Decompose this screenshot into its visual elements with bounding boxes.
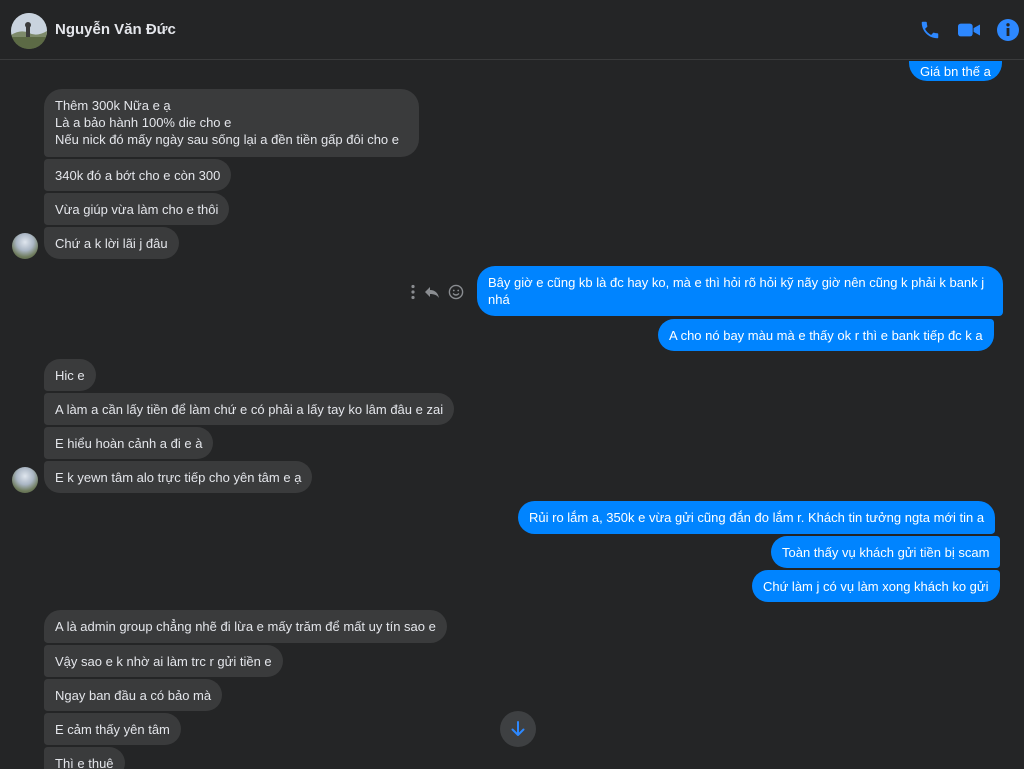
- message-text: Thì e thuê: [55, 756, 114, 769]
- message-incoming[interactable]: Vừa giúp vừa làm cho e thôi: [44, 193, 230, 225]
- message-incoming[interactable]: A làm a cần lấy tiền để làm chứ e có phả…: [44, 393, 455, 425]
- message-incoming[interactable]: 340k đó a bớt cho e còn 300: [44, 159, 232, 191]
- message-list[interactable]: Giá bn thế a Thêm 300k Nữa e ạ Là a bảo …: [0, 61, 1024, 769]
- message-text: A cho nó bay màu mà e thấy ok r thì e ba…: [669, 328, 983, 343]
- message-incoming[interactable]: Hic e: [44, 359, 96, 391]
- message-text: Hic e: [55, 368, 85, 383]
- message-incoming[interactable]: E cảm thấy yên tâm: [44, 713, 181, 745]
- video-icon[interactable]: [955, 16, 983, 44]
- message-text-line: Nếu nick đó mấy ngày sau sống lại a đền …: [55, 132, 400, 147]
- message-outgoing[interactable]: Bây giờ e cũng kb là đc hay ko, mà e thì…: [477, 266, 1003, 316]
- message-incoming[interactable]: A là admin group chẳng nhẽ đi lừa e mấy …: [44, 610, 447, 643]
- message-text: Ngay ban đầu a có bảo mà: [55, 688, 212, 703]
- message-text: Rủi ro lắm a, 350k e vừa gửi cũng đắn đo…: [529, 510, 985, 525]
- message-text: Vừa giúp vừa làm cho e thôi: [55, 202, 219, 217]
- message-hover-actions: [410, 282, 464, 302]
- message-outgoing[interactable]: Toàn thấy vụ khách gửi tiền bị scam: [771, 536, 1001, 568]
- arrow-down-icon: [511, 721, 525, 736]
- message-outgoing[interactable]: Rủi ro lắm a, 350k e vừa gửi cũng đắn đo…: [518, 501, 996, 534]
- message-text: Toàn thấy vụ khách gửi tiền bị scam: [782, 545, 990, 560]
- message-text: Chứ làm j có vụ làm xong khách ko gửi: [763, 579, 989, 594]
- message-text: 340k đó a bớt cho e còn 300: [55, 168, 221, 183]
- message-incoming[interactable]: Chứ a k lời lãi j đâu: [44, 227, 179, 259]
- message-incoming[interactable]: Vậy sao e k nhờ ai làm trc r gửi tiền e: [44, 645, 283, 677]
- chat-header: Nguyễn Văn Đức: [0, 0, 1024, 60]
- message-incoming[interactable]: Thì e thuê: [44, 747, 125, 769]
- more-icon[interactable]: [410, 284, 416, 300]
- message-text: A là admin group chẳng nhẽ đi lừa e mấy …: [55, 619, 436, 634]
- message-text: Vậy sao e k nhờ ai làm trc r gửi tiền e: [55, 654, 272, 669]
- message-text: E k yewn tâm alo trực tiếp cho yên tâm e…: [55, 470, 302, 485]
- message-text-line: Thêm 300k Nữa e ạ: [55, 98, 171, 113]
- message-outgoing[interactable]: Chứ làm j có vụ làm xong khách ko gửi: [752, 570, 1000, 602]
- contact-avatar-small[interactable]: [12, 467, 38, 493]
- message-incoming[interactable]: Ngay ban đầu a có bảo mà: [44, 679, 223, 711]
- message-text: Giá bn thế a: [920, 64, 991, 79]
- message-text: E hiểu hoàn cảnh a đi e à: [55, 436, 203, 451]
- message-text: Chứ a k lời lãi j đâu: [55, 236, 168, 251]
- message-incoming[interactable]: E k yewn tâm alo trực tiếp cho yên tâm e…: [44, 461, 313, 493]
- message-outgoing[interactable]: A cho nó bay màu mà e thấy ok r thì e ba…: [658, 319, 994, 351]
- reply-icon[interactable]: [424, 285, 440, 299]
- message-text: A làm a cần lấy tiền để làm chứ e có phả…: [55, 402, 444, 417]
- contact-name[interactable]: Nguyễn Văn Đức: [55, 21, 176, 38]
- info-icon[interactable]: [994, 16, 1022, 44]
- contact-avatar-small[interactable]: [12, 233, 38, 259]
- message-text: E cảm thấy yên tâm: [55, 722, 170, 737]
- scroll-to-bottom-button[interactable]: [500, 711, 536, 747]
- message-incoming[interactable]: E hiểu hoàn cảnh a đi e à: [44, 427, 214, 459]
- message-text: Bây giờ e cũng kb là đc hay ko, mà e thì…: [488, 275, 985, 307]
- message-text-line: Là a bảo hành 100% die cho e: [55, 115, 232, 130]
- react-icon[interactable]: [448, 284, 464, 300]
- phone-icon[interactable]: [916, 16, 944, 44]
- message-incoming[interactable]: Thêm 300k Nữa e ạ Là a bảo hành 100% die…: [44, 89, 419, 157]
- message-outgoing[interactable]: Giá bn thế a: [909, 61, 1002, 81]
- contact-avatar[interactable]: [11, 13, 47, 49]
